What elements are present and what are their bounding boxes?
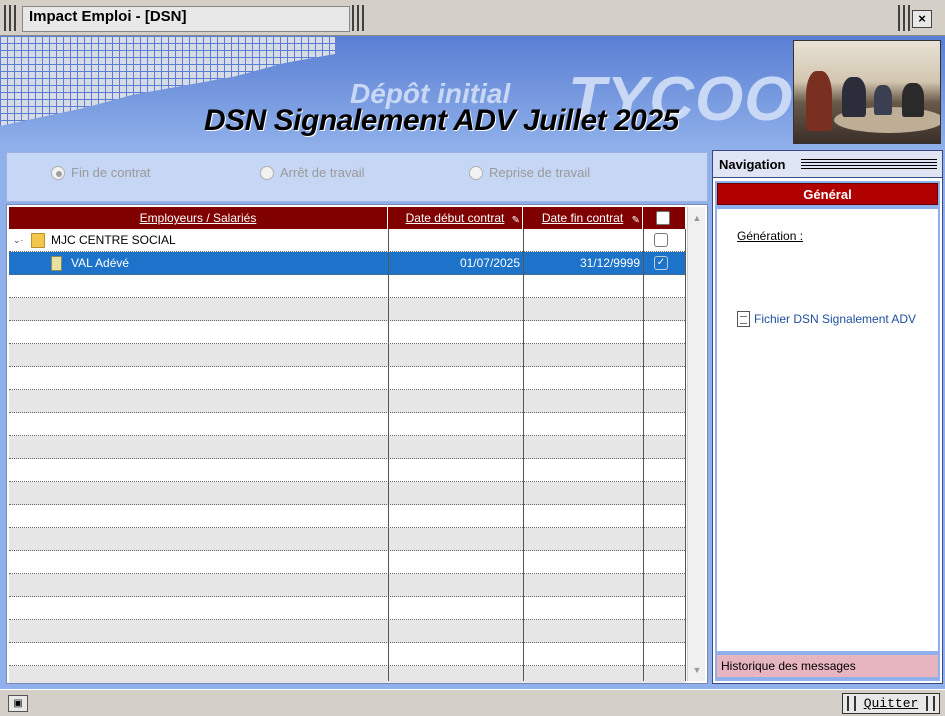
banner: TYCOON Dépôt initial DSN Signalement ADV…	[0, 36, 945, 147]
empty-row	[9, 666, 685, 683]
banner-title: DSN Signalement ADV Juillet 2025	[204, 104, 679, 137]
radio-dot	[51, 165, 65, 180]
radio-label: Reprise de travail	[489, 165, 591, 180]
grip-icon	[4, 5, 16, 31]
employer-folder-icon	[31, 233, 45, 248]
fichier-dsn-link[interactable]: Fichier DSN Signalement ADV	[737, 311, 916, 327]
scroll-down-icon[interactable]: ▼	[690, 663, 704, 677]
radio-fin-de-contrat[interactable]: Fin de contrat	[51, 165, 151, 180]
row-checkbox[interactable]	[654, 233, 668, 247]
date-fin-cell: 31/12/9999	[579, 256, 640, 270]
title-bar: Impact Emploi - [DSN] ×	[0, 0, 945, 36]
empty-row	[9, 413, 685, 436]
table-row[interactable]: ⌄· MJC CENTRE SOCIAL	[9, 229, 685, 252]
window-title: Impact Emploi - [DSN]	[29, 8, 187, 25]
column-header-label: Employeurs / Salariés	[139, 211, 257, 225]
empty-row	[9, 528, 685, 551]
generation-label: Génération :	[737, 229, 804, 243]
navigation-panel: Navigation Général Génération : Fichier …	[712, 150, 943, 684]
section-general-button[interactable]: Général	[717, 183, 938, 205]
empty-row	[9, 505, 685, 528]
employee-grid: Employeurs / Salariés Date début contrat…	[6, 204, 708, 684]
navigation-body: Général Génération : Fichier DSN Signale…	[715, 181, 940, 681]
radio-label: Arrêt de travail	[280, 165, 365, 180]
column-header-label: Date début contrat	[405, 211, 505, 225]
radio-dot	[469, 165, 483, 180]
employee-name: VAL Adévé	[71, 256, 130, 270]
column-divider	[388, 229, 389, 681]
employee-file-icon	[51, 256, 62, 271]
radio-dot	[260, 165, 274, 180]
document-icon	[737, 311, 750, 327]
radio-label: Fin de contrat	[71, 165, 151, 180]
empty-row	[9, 459, 685, 482]
vertical-scrollbar[interactable]: ▲ ▼	[687, 207, 705, 681]
header-lines-decoration	[801, 159, 937, 169]
empty-row	[9, 390, 685, 413]
title-box: Impact Emploi - [DSN]	[22, 6, 350, 32]
grid-header: Employeurs / Salariés Date début contrat…	[9, 207, 685, 229]
radio-reprise-de-travail[interactable]: Reprise de travail	[469, 165, 590, 180]
date-debut-cell: 01/07/2025	[459, 256, 520, 270]
message-history-button[interactable]: Historique des messages	[717, 655, 938, 677]
row-checkbox-checked[interactable]: ✓	[654, 256, 668, 270]
empty-row	[9, 597, 685, 620]
scroll-up-icon[interactable]: ▲	[690, 211, 704, 225]
grip-icon	[898, 5, 910, 31]
empty-row	[9, 551, 685, 574]
select-all-checkbox[interactable]	[656, 211, 670, 225]
app-status-icon[interactable]: ▣	[8, 695, 28, 712]
column-header-label: Date fin contrat	[541, 211, 624, 225]
empty-row	[9, 367, 685, 390]
empty-row	[9, 482, 685, 505]
column-divider	[643, 229, 644, 681]
table-row[interactable]: VAL Adévé 01/07/2025 31/12/9999 ✓	[9, 252, 685, 275]
empty-row	[9, 344, 685, 367]
column-header-employeurs[interactable]: Employeurs / Salariés	[9, 207, 388, 229]
employer-name: MJC CENTRE SOCIAL	[51, 233, 176, 247]
close-button[interactable]: ×	[912, 10, 932, 28]
radio-panel: Fin de contrat Arrêt de travail Reprise …	[6, 152, 708, 202]
column-header-date-debut[interactable]: Date début contrat ✎	[388, 207, 523, 229]
empty-row	[9, 275, 685, 298]
meeting-photo	[793, 40, 941, 144]
grid-rows: ⌄· MJC CENTRE SOCIAL VAL Adévé 01/07/202…	[9, 229, 685, 683]
radio-arret-de-travail[interactable]: Arrêt de travail	[260, 165, 365, 180]
empty-row	[9, 574, 685, 597]
empty-row	[9, 620, 685, 643]
column-divider	[685, 229, 686, 681]
navigation-header: Navigation	[713, 151, 942, 178]
column-divider	[523, 229, 524, 681]
link-label: Fichier DSN Signalement ADV	[754, 312, 917, 326]
collapse-icon[interactable]: ⌄·	[13, 235, 24, 246]
grip-icon	[352, 5, 364, 31]
navigation-title: Navigation	[719, 157, 786, 172]
quit-button[interactable]: Quitter	[842, 693, 940, 714]
empty-row	[9, 436, 685, 459]
navigation-content: Génération : Fichier DSN Signalement ADV	[717, 209, 938, 651]
status-bar: ▣ Quitter	[0, 689, 945, 716]
column-header-date-fin[interactable]: Date fin contrat ✎	[523, 207, 643, 229]
empty-row	[9, 643, 685, 666]
empty-row	[9, 298, 685, 321]
empty-row	[9, 321, 685, 344]
